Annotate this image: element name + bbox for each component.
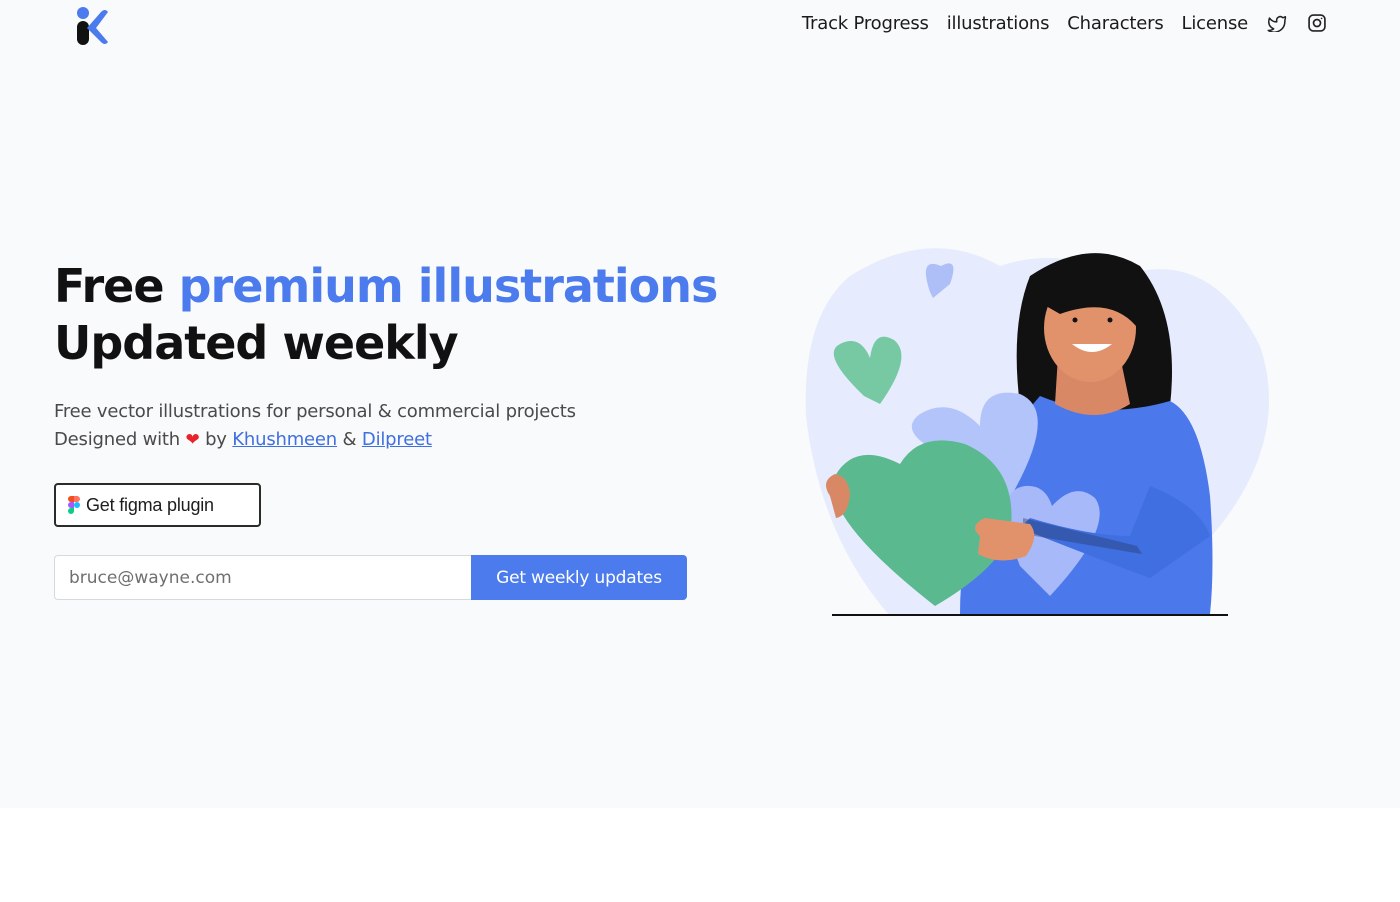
page-bottom — [0, 808, 1400, 902]
right-hand — [975, 518, 1035, 561]
weekly-updates-button[interactable]: Get weekly updates — [471, 555, 687, 600]
figma-button-label: Get figma plugin — [86, 494, 214, 515]
top-nav: Track Progress illustrations Characters … — [802, 12, 1328, 34]
heart-icon: ❤ — [185, 430, 200, 450]
hero-subtitle: Free vector illustrations for personal &… — [54, 398, 576, 454]
hero-section: Track Progress illustrations Characters … — [0, 0, 1400, 808]
figma-plugin-button[interactable]: Get figma plugin — [54, 483, 261, 527]
author-link-dilpreet[interactable]: Dilpreet — [362, 429, 432, 450]
ampersand-text: & — [342, 429, 357, 450]
hero-illustration — [805, 248, 1269, 616]
nav-track-progress[interactable]: Track Progress — [802, 13, 929, 34]
hero-headline: Free premium illustrations Updated weekl… — [54, 258, 719, 372]
nav-license[interactable]: License — [1182, 13, 1249, 34]
subscribe-form: Get weekly updates — [54, 555, 687, 600]
email-input[interactable] — [54, 555, 471, 600]
subtitle-line2: Designed with ❤ by Khushmeen & Dilpreet — [54, 426, 576, 454]
by-text: by — [205, 429, 227, 450]
designed-with-text: Designed with — [54, 429, 180, 450]
figma-icon — [68, 496, 80, 514]
twitter-icon[interactable] — [1266, 12, 1288, 34]
logo-icon[interactable] — [74, 6, 110, 46]
headline-prefix: Free — [54, 259, 165, 313]
author-link-khushmeen[interactable]: Khushmeen — [232, 429, 337, 450]
instagram-icon[interactable] — [1306, 12, 1328, 34]
headline-line2: Updated weekly — [54, 316, 459, 370]
headline-accent: premium illustrations — [178, 259, 719, 313]
nav-illustrations[interactable]: illustrations — [947, 13, 1050, 34]
subtitle-line1: Free vector illustrations for personal &… — [54, 401, 576, 422]
nav-characters[interactable]: Characters — [1067, 13, 1163, 34]
